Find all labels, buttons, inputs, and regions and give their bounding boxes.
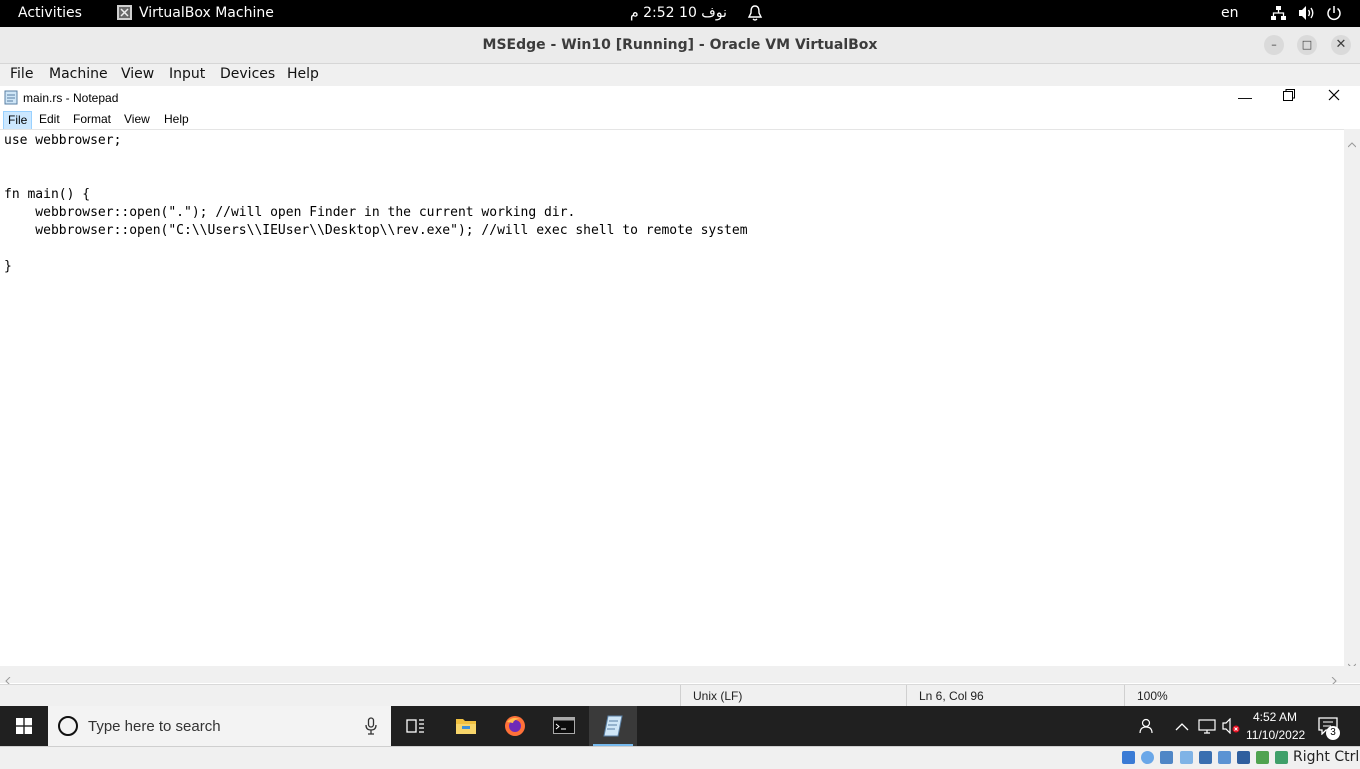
taskbar-file-explorer[interactable]: [442, 706, 490, 746]
notification-count-badge: 3: [1326, 726, 1340, 740]
task-view-button[interactable]: [391, 706, 439, 746]
notepad-title-bar: main.rs - Notepad —: [0, 86, 1360, 110]
taskbar-date[interactable]: 11/10/2022: [1246, 728, 1305, 742]
taskbar-search-box[interactable]: Type here to search: [48, 706, 391, 746]
microphone-icon[interactable]: [365, 717, 377, 740]
cursor-position: Ln 6, Col 96: [906, 685, 1131, 707]
vbox-menu-view[interactable]: View: [121, 66, 154, 82]
network-icon[interactable]: [1270, 5, 1287, 25]
windows-taskbar: Type here to search 4:52 AM 11/10/2022 3: [0, 706, 1360, 746]
notepad-minimize-icon[interactable]: —: [1238, 89, 1252, 105]
virtualbox-menu-bar: File Machine View Input Devices Help: [0, 64, 1360, 86]
display-icon[interactable]: [1237, 751, 1250, 764]
vbox-menu-help[interactable]: Help: [287, 66, 319, 82]
notepad-menu-format[interactable]: Format: [69, 111, 115, 128]
hard-disk-icon[interactable]: [1122, 751, 1135, 764]
vbox-menu-devices[interactable]: Devices: [220, 66, 275, 82]
close-icon[interactable]: ✕: [1331, 35, 1351, 55]
horizontal-scrollbar[interactable]: [0, 666, 1344, 686]
bell-icon[interactable]: [747, 4, 763, 26]
taskbar-terminal[interactable]: [540, 706, 588, 746]
scroll-up-icon[interactable]: [1347, 133, 1357, 152]
firefox-icon: [504, 715, 526, 742]
zoom-level: 100%: [1124, 685, 1337, 707]
network-tray-icon[interactable]: [1198, 718, 1216, 739]
activities-button[interactable]: Activities: [18, 5, 82, 21]
host-key-label: Right Ctrl: [1293, 749, 1360, 765]
shared-folders-icon[interactable]: [1218, 751, 1231, 764]
terminal-icon: [553, 717, 575, 739]
line-ending-indicator: Unix (LF): [680, 685, 905, 707]
clock[interactable]: نوف 10 2:52 م: [630, 5, 727, 21]
vertical-scrollbar[interactable]: [1344, 129, 1360, 669]
gnome-top-bar: Activities VirtualBox Machine نوف 10 2:5…: [0, 0, 1360, 27]
search-icon: [57, 715, 79, 742]
power-icon[interactable]: [1326, 5, 1342, 25]
vbox-menu-file[interactable]: File: [10, 66, 33, 82]
minimize-icon[interactable]: –: [1264, 35, 1284, 55]
network-adapter-icon[interactable]: [1180, 751, 1193, 764]
mouse-integration-icon[interactable]: [1275, 751, 1288, 764]
volume-icon[interactable]: [1298, 5, 1316, 25]
maximize-icon[interactable]: □: [1297, 35, 1317, 55]
notepad-text-area[interactable]: use webbrowser; fn main() { webbrowser::…: [0, 129, 1344, 667]
keyboard-layout-indicator[interactable]: en: [1221, 5, 1239, 21]
notepad-window-title: main.rs - Notepad: [23, 91, 119, 105]
notepad-app-icon: [603, 715, 623, 742]
notepad-menu-edit[interactable]: Edit: [35, 111, 64, 128]
audio-icon[interactable]: [1160, 751, 1173, 764]
vbox-menu-machine[interactable]: Machine: [49, 66, 108, 82]
virtualbox-window-title: MSEdge - Win10 [Running] - Oracle VM Vir…: [482, 37, 878, 53]
notepad-close-icon[interactable]: [1327, 88, 1341, 105]
taskbar-firefox[interactable]: [491, 706, 539, 746]
file-content[interactable]: use webbrowser; fn main() { webbrowser::…: [4, 132, 748, 276]
scrollbar-corner: [1344, 666, 1360, 683]
taskbar-notepad[interactable]: [589, 706, 637, 746]
chevron-up-icon[interactable]: [1175, 719, 1189, 737]
folder-icon: [455, 716, 477, 741]
windows-start-icon[interactable]: [16, 718, 32, 739]
notepad-menu-bar: File Edit Format View Help: [0, 110, 1360, 130]
search-placeholder: Type here to search: [88, 718, 221, 735]
virtualbox-status-bar: Right Ctrl: [0, 746, 1360, 769]
taskbar-time[interactable]: 4:52 AM: [1253, 710, 1297, 724]
task-view-icon: [406, 717, 425, 740]
vbox-menu-input[interactable]: Input: [169, 66, 205, 82]
usb-icon[interactable]: [1199, 751, 1212, 764]
recording-icon[interactable]: [1256, 751, 1269, 764]
notepad-icon: [4, 90, 18, 108]
notepad-menu-file[interactable]: File: [3, 111, 33, 130]
optical-drive-icon[interactable]: [1141, 751, 1154, 764]
virtualbox-app-icon: [116, 4, 133, 25]
virtualbox-title-bar: MSEdge - Win10 [Running] - Oracle VM Vir…: [0, 27, 1360, 64]
app-menu-label[interactable]: VirtualBox Machine: [139, 5, 274, 21]
notepad-menu-help[interactable]: Help: [160, 111, 193, 128]
volume-muted-icon[interactable]: [1222, 717, 1240, 739]
notepad-menu-view[interactable]: View: [120, 111, 154, 128]
notepad-restore-icon[interactable]: [1282, 88, 1296, 105]
notepad-status-bar: Unix (LF) Ln 6, Col 96 100%: [0, 684, 1360, 707]
people-icon[interactable]: [1139, 717, 1157, 740]
